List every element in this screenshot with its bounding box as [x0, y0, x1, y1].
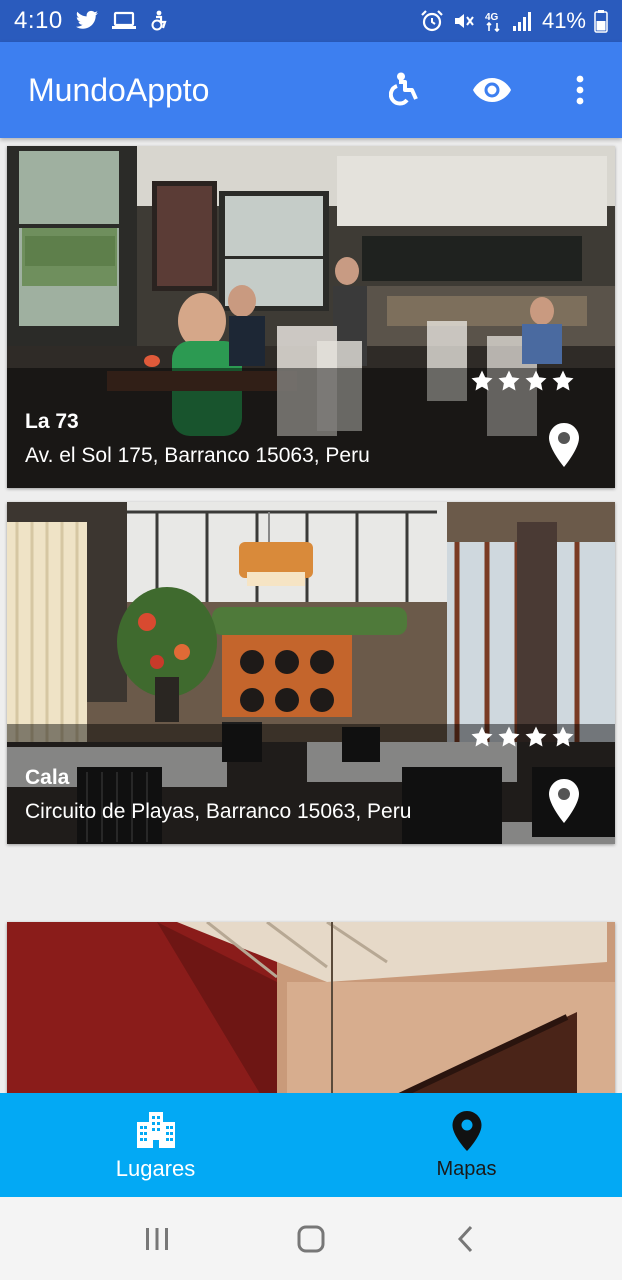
overflow-menu-button[interactable]	[558, 68, 602, 112]
bottom-navigation: Lugares Mapas	[0, 1093, 622, 1197]
alarm-icon	[420, 9, 444, 33]
places-list[interactable]: La 73 Av. el Sol 175, Barranco 15063, Pe…	[0, 138, 622, 1093]
nav-item-lugares[interactable]: Lugares	[0, 1093, 311, 1197]
signal-icon	[512, 10, 534, 32]
accessibility-icon	[149, 10, 169, 32]
place-photo	[7, 922, 615, 1093]
star-icon	[471, 370, 493, 391]
map-pin-icon[interactable]	[547, 778, 581, 824]
rating-stars	[470, 725, 575, 749]
twitter-icon	[75, 10, 99, 32]
star-icon	[552, 370, 574, 391]
status-time: 4:10	[14, 7, 63, 34]
nav-label-mapas: Mapas	[436, 1157, 497, 1180]
app-bar: MundoAppto	[0, 42, 622, 138]
home-button[interactable]	[289, 1217, 333, 1261]
battery-percentage: 41%	[541, 8, 586, 33]
app-screen: 4:10 4G 41% MundoAppto La 73 Av. el Sol …	[0, 0, 622, 1280]
4g-icon: 4G	[484, 9, 504, 33]
place-name: La 73	[25, 410, 79, 433]
visibility-button[interactable]	[470, 68, 514, 112]
accessibility-icon	[389, 72, 418, 106]
place-address: Av. el Sol 175, Barranco 15063, Peru	[25, 444, 370, 467]
building-icon	[136, 1112, 175, 1148]
star-icon	[525, 370, 547, 391]
nav-label-lugares: Lugares	[115, 1156, 196, 1181]
map-pin-icon[interactable]	[547, 422, 581, 468]
star-icon	[525, 726, 547, 747]
place-card[interactable]	[7, 922, 615, 1093]
recents-icon	[146, 1227, 168, 1250]
back-button[interactable]	[443, 1217, 487, 1261]
nav-item-mapas[interactable]: Mapas	[311, 1093, 622, 1197]
home-icon	[297, 1225, 325, 1252]
place-name: Cala	[25, 766, 70, 789]
recents-button[interactable]	[135, 1217, 179, 1261]
accessibility-button[interactable]	[382, 68, 426, 112]
star-icon	[471, 726, 493, 747]
battery-icon	[594, 9, 608, 33]
status-right: 4G 41%	[420, 8, 608, 34]
star-icon	[498, 726, 520, 747]
star-icon	[498, 370, 520, 391]
system-navigation-bar	[0, 1197, 622, 1280]
mute-icon	[452, 9, 476, 33]
place-address: Circuito de Playas, Barranco 15063, Peru	[25, 800, 412, 823]
more-vert-icon	[576, 75, 584, 105]
status-bar: 4:10 4G 41%	[0, 0, 622, 42]
app-title: MundoAppto	[28, 71, 210, 108]
star-icon	[552, 726, 574, 747]
laptop-icon	[111, 11, 137, 31]
place-card[interactable]: Cala Circuito de Playas, Barranco 15063,…	[7, 502, 615, 844]
rating-stars	[470, 369, 575, 393]
svg-text:4G: 4G	[485, 12, 499, 23]
back-icon	[457, 1225, 473, 1252]
place-card[interactable]: La 73 Av. el Sol 175, Barranco 15063, Pe…	[7, 146, 615, 488]
status-left: 4:10	[14, 7, 169, 35]
map-pin-icon	[452, 1110, 481, 1151]
app-bar-actions	[382, 42, 602, 138]
eye-icon	[473, 78, 511, 102]
